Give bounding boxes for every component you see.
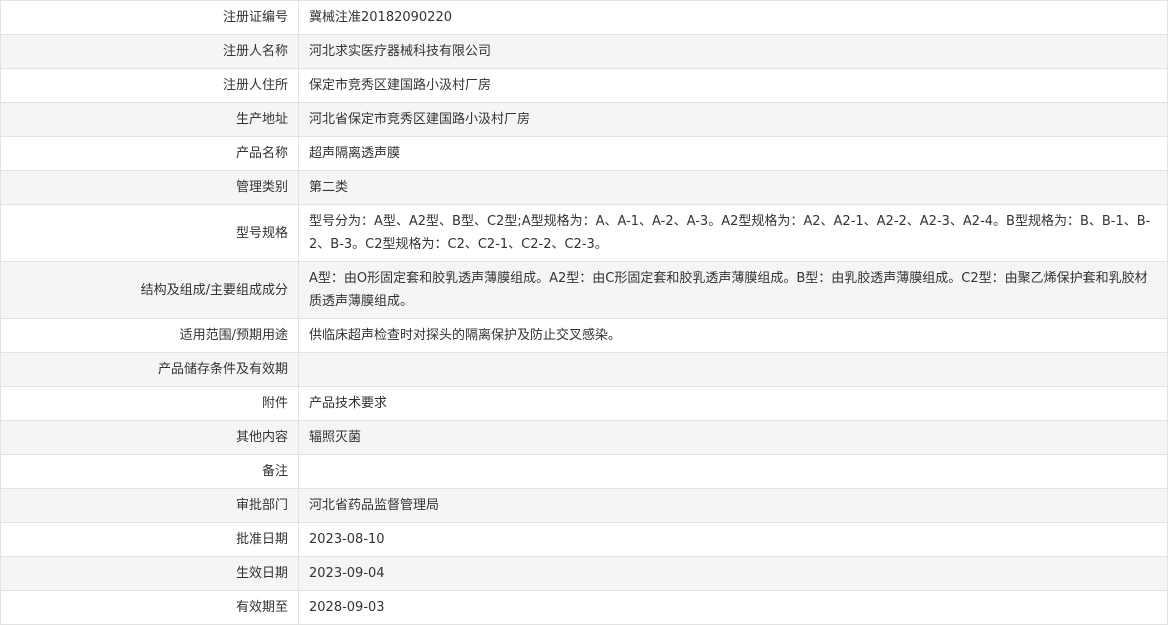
value-storage-validity xyxy=(298,352,1168,387)
value-product-name: 超声隔离透声膜 xyxy=(298,136,1168,171)
row-structure-composition: 结构及组成/主要组成成分 A型：由O形固定套和胶乳透声薄膜组成。A2型：由C形固… xyxy=(0,261,1168,319)
label-valid-until: 有效期至 xyxy=(0,590,299,625)
row-model-spec: 型号规格 型号分为：A型、A2型、B型、C2型;A型规格为：A、A-1、A-2、… xyxy=(0,204,1168,262)
label-approval-date: 批准日期 xyxy=(0,522,299,557)
value-registrant-name: 河北求实医疗器械科技有限公司 xyxy=(298,34,1168,69)
label-intended-use: 适用范围/预期用途 xyxy=(0,318,299,353)
value-approval-date: 2023-08-10 xyxy=(298,522,1168,557)
value-remarks xyxy=(298,454,1168,489)
label-effective-date: 生效日期 xyxy=(0,556,299,591)
value-registration-number: 冀械注准20182090220 xyxy=(298,0,1168,35)
label-approval-department: 审批部门 xyxy=(0,488,299,523)
value-approval-department: 河北省药品监督管理局 xyxy=(298,488,1168,523)
value-production-address: 河北省保定市竞秀区建国路小汲村厂房 xyxy=(298,102,1168,137)
row-registrant-name: 注册人名称 河北求实医疗器械科技有限公司 xyxy=(0,34,1168,69)
label-registrant-address: 注册人住所 xyxy=(0,68,299,103)
row-other-content: 其他内容 辐照灭菌 xyxy=(0,420,1168,455)
label-management-category: 管理类别 xyxy=(0,170,299,205)
label-storage-validity: 产品储存条件及有效期 xyxy=(0,352,299,387)
label-other-content: 其他内容 xyxy=(0,420,299,455)
label-attachment: 附件 xyxy=(0,386,299,421)
label-registration-number: 注册证编号 xyxy=(0,0,299,35)
row-approval-department: 审批部门 河北省药品监督管理局 xyxy=(0,488,1168,523)
row-management-category: 管理类别 第二类 xyxy=(0,170,1168,205)
row-effective-date: 生效日期 2023-09-04 xyxy=(0,556,1168,591)
row-remarks: 备注 xyxy=(0,454,1168,489)
label-production-address: 生产地址 xyxy=(0,102,299,137)
row-valid-until: 有效期至 2028-09-03 xyxy=(0,590,1168,625)
label-remarks: 备注 xyxy=(0,454,299,489)
value-management-category: 第二类 xyxy=(298,170,1168,205)
value-registrant-address: 保定市竞秀区建国路小汲村厂房 xyxy=(298,68,1168,103)
value-intended-use: 供临床超声检查时对探头的隔离保护及防止交叉感染。 xyxy=(298,318,1168,353)
value-effective-date: 2023-09-04 xyxy=(298,556,1168,591)
label-structure-composition: 结构及组成/主要组成成分 xyxy=(0,261,299,319)
registration-detail-table: 注册证编号 冀械注准20182090220 注册人名称 河北求实医疗器械科技有限… xyxy=(0,0,1168,625)
label-model-spec: 型号规格 xyxy=(0,204,299,262)
value-model-spec: 型号分为：A型、A2型、B型、C2型;A型规格为：A、A-1、A-2、A-3。A… xyxy=(298,204,1168,262)
value-other-content: 辐照灭菌 xyxy=(298,420,1168,455)
row-production-address: 生产地址 河北省保定市竞秀区建国路小汲村厂房 xyxy=(0,102,1168,137)
row-storage-validity: 产品储存条件及有效期 xyxy=(0,352,1168,387)
row-approval-date: 批准日期 2023-08-10 xyxy=(0,522,1168,557)
value-structure-composition: A型：由O形固定套和胶乳透声薄膜组成。A2型：由C形固定套和胶乳透声薄膜组成。B… xyxy=(298,261,1168,319)
row-registration-number: 注册证编号 冀械注准20182090220 xyxy=(0,0,1168,35)
label-registrant-name: 注册人名称 xyxy=(0,34,299,69)
row-intended-use: 适用范围/预期用途 供临床超声检查时对探头的隔离保护及防止交叉感染。 xyxy=(0,318,1168,353)
row-product-name: 产品名称 超声隔离透声膜 xyxy=(0,136,1168,171)
value-valid-until: 2028-09-03 xyxy=(298,590,1168,625)
row-registrant-address: 注册人住所 保定市竞秀区建国路小汲村厂房 xyxy=(0,68,1168,103)
label-product-name: 产品名称 xyxy=(0,136,299,171)
value-attachment: 产品技术要求 xyxy=(298,386,1168,421)
row-attachment: 附件 产品技术要求 xyxy=(0,386,1168,421)
